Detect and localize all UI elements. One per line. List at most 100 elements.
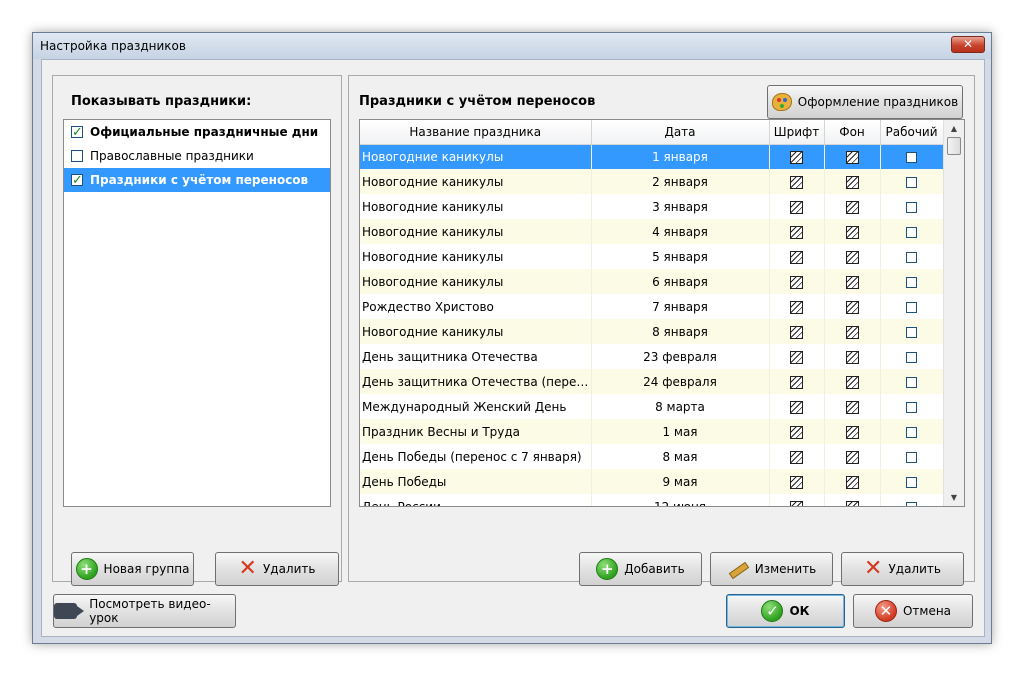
watch-video-button[interactable]: Посмотреть видео-урок [53,594,236,628]
background-swatch[interactable] [845,425,859,439]
background-swatch[interactable] [845,275,859,289]
table-row[interactable]: Рождество Христово 7 января [360,294,944,319]
background-swatch[interactable] [845,300,859,314]
group-checkbox[interactable] [71,150,83,162]
column-font-header[interactable]: Шрифт [769,120,825,145]
workday-cell [880,169,944,194]
workday-checkbox[interactable] [906,351,917,363]
workday-cell [880,219,944,244]
table-row[interactable]: Новогодние каникулы 6 января [360,269,944,294]
holiday-date-cell: 1 мая [591,419,770,444]
scroll-thumb[interactable] [947,137,961,155]
workday-checkbox[interactable] [906,276,917,288]
group-checkbox[interactable] [71,121,83,145]
font-swatch[interactable] [790,425,803,439]
workday-checkbox[interactable] [906,426,917,438]
close-button[interactable]: ✕ [951,36,985,53]
group-checkbox[interactable] [71,169,83,193]
table-row[interactable]: День защитника Отечества 23 февраля [360,344,944,369]
table-scrollbar[interactable]: ▲ ▼ [943,120,964,506]
list-item-label: Официальные праздничные дни [90,125,319,139]
background-swatch[interactable] [845,400,859,414]
list-item[interactable]: Официальные праздничные дни [64,120,330,145]
font-swatch[interactable] [790,400,803,414]
workday-checkbox[interactable] [906,201,917,213]
list-item[interactable]: Праздники с учётом переносов [64,168,330,193]
font-cell [769,344,825,369]
table-row[interactable]: Новогодние каникулы 5 января [360,244,944,269]
background-cell [824,419,881,444]
list-item[interactable]: Православные праздники [64,144,330,168]
table-row[interactable]: День Победы (перенос с 7 января) 8 мая [360,444,944,469]
column-date-header[interactable]: Дата [591,120,770,145]
font-cell [769,444,825,469]
font-swatch[interactable] [790,450,803,464]
background-swatch[interactable] [845,150,859,164]
font-swatch[interactable] [790,500,803,506]
table-row[interactable]: Праздник Весны и Труда 1 мая [360,419,944,444]
font-swatch[interactable] [790,325,803,339]
workday-checkbox[interactable] [906,226,917,238]
font-swatch[interactable] [790,150,803,164]
background-swatch[interactable] [845,475,859,489]
font-swatch[interactable] [790,475,803,489]
background-swatch[interactable] [845,375,859,389]
background-swatch[interactable] [845,175,859,189]
add-holiday-button[interactable]: + Добавить [579,552,702,586]
delete-group-button[interactable]: ✕ Удалить [215,552,339,586]
background-swatch[interactable] [845,500,859,506]
column-name-header[interactable]: Название праздника [360,120,592,145]
font-swatch[interactable] [790,350,803,364]
watch-video-label: Посмотреть видео-урок [89,597,211,625]
ok-button[interactable]: ✓ ОК [726,594,845,628]
workday-checkbox[interactable] [906,251,917,263]
font-swatch[interactable] [790,250,803,264]
background-swatch[interactable] [845,250,859,264]
holiday-date-cell: 3 января [591,194,770,219]
workday-checkbox[interactable] [906,151,917,163]
font-swatch[interactable] [790,225,803,239]
workday-checkbox[interactable] [906,176,917,188]
workday-cell [880,419,944,444]
cancel-button[interactable]: ✕ Отмена [853,594,973,628]
workday-cell [880,294,944,319]
workday-checkbox[interactable] [906,501,917,506]
font-cell [769,494,825,506]
table-row[interactable]: Новогодние каникулы 3 января [360,194,944,219]
table-row[interactable]: День Победы 9 мая [360,469,944,494]
font-swatch[interactable] [790,375,803,389]
background-swatch[interactable] [845,225,859,239]
font-swatch[interactable] [790,275,803,289]
column-workday-header[interactable]: Рабочий [880,120,944,145]
background-swatch[interactable] [845,350,859,364]
background-swatch[interactable] [845,325,859,339]
table-row[interactable]: Новогодние каникулы 4 января [360,219,944,244]
workday-checkbox[interactable] [906,326,917,338]
table-row[interactable]: Новогодние каникулы 1 января [360,144,944,169]
background-swatch[interactable] [845,200,859,214]
delete-holiday-button[interactable]: ✕ Удалить [841,552,964,586]
table-row[interactable]: Новогодние каникулы 2 января [360,169,944,194]
table-row[interactable]: Международный Женский День 8 марта [360,394,944,419]
scroll-up-arrow-icon[interactable]: ▲ [944,120,964,137]
workday-checkbox[interactable] [906,376,917,388]
font-swatch[interactable] [790,175,803,189]
table-row[interactable]: День России 12 июня [360,494,944,506]
table-row[interactable]: Новогодние каникулы 8 января [360,319,944,344]
edit-holiday-button[interactable]: Изменить [710,552,833,586]
background-swatch[interactable] [845,450,859,464]
holiday-design-button[interactable]: Оформление праздников [767,85,963,119]
font-swatch[interactable] [790,200,803,214]
scroll-down-arrow-icon[interactable]: ▼ [944,489,964,506]
holiday-date-cell: 12 июня [591,494,770,506]
workday-checkbox[interactable] [906,401,917,413]
workday-checkbox[interactable] [906,451,917,463]
workday-checkbox[interactable] [906,301,917,313]
font-swatch[interactable] [790,300,803,314]
background-cell [824,344,881,369]
workday-checkbox[interactable] [906,476,917,488]
title-bar[interactable]: Настройка праздников ✕ [33,33,991,59]
new-group-button[interactable]: + Новая группа [71,552,194,586]
table-row[interactable]: День защитника Отечества (перено… 24 февр… [360,369,944,394]
column-background-header[interactable]: Фон [824,120,881,145]
